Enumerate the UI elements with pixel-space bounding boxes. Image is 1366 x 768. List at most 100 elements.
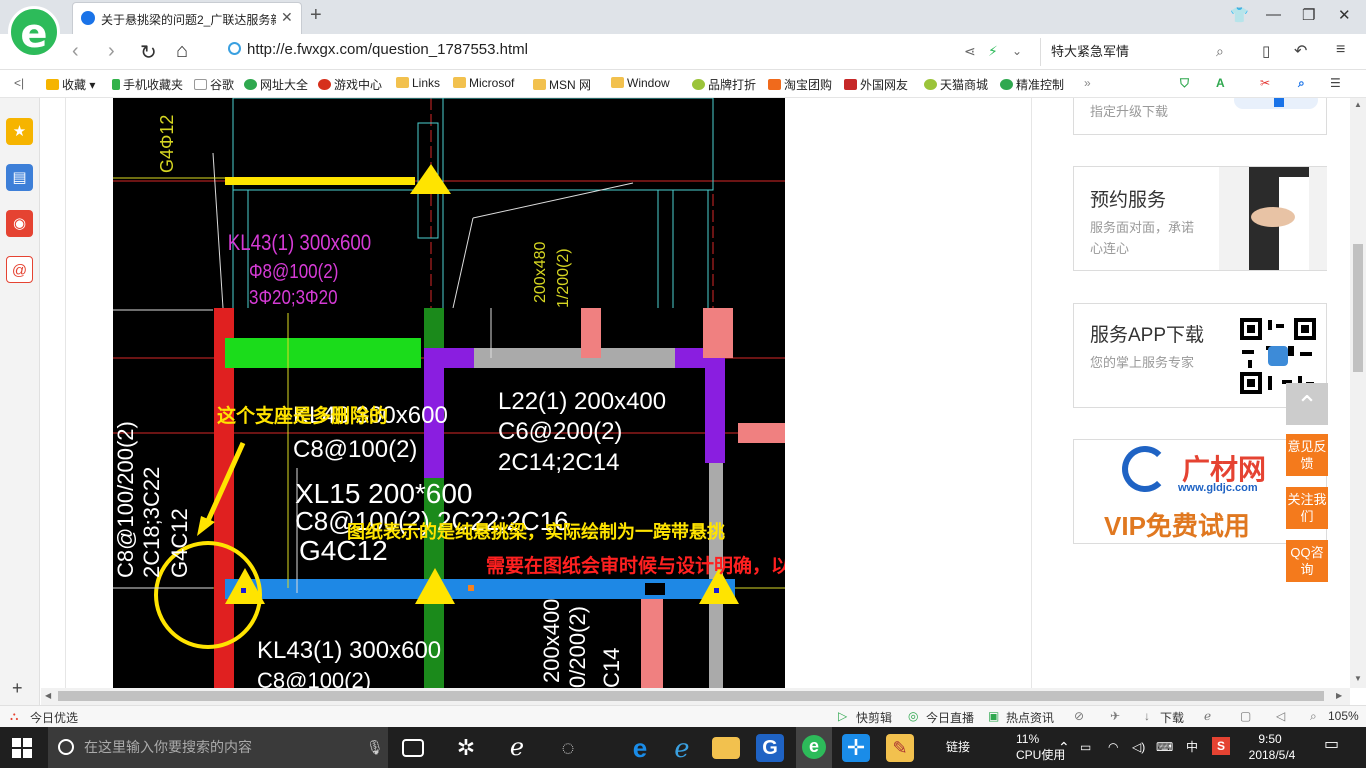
bookmark-item[interactable]: 天猫商城: [924, 76, 988, 93]
tab-active[interactable]: 关于悬挑梁的问题2_广联达服务新 ✕: [72, 2, 302, 34]
bookmark-item[interactable]: 谷歌: [194, 76, 234, 93]
qq-consult-button[interactable]: QQ咨询: [1286, 540, 1328, 582]
horizontal-scroll-thumb[interactable]: [58, 691, 1324, 701]
scroll-down-icon[interactable]: ▼: [1354, 674, 1362, 683]
upgrade-card[interactable]: 指定升级下载: [1073, 98, 1327, 135]
skin-icon[interactable]: 👕: [1230, 6, 1249, 24]
battery-icon[interactable]: ▭: [1080, 739, 1091, 755]
new-tab-button[interactable]: +: [310, 4, 322, 27]
weibo-icon[interactable]: ◉: [6, 210, 33, 237]
mobile-icon[interactable]: ▯: [1262, 42, 1270, 60]
forward-icon[interactable]: ›: [108, 40, 115, 63]
notes-app-icon[interactable]: ✎: [886, 734, 914, 762]
scroll-right-icon[interactable]: ▶: [1336, 691, 1342, 700]
back-icon[interactable]: ‹: [72, 40, 79, 63]
reader-icon[interactable]: ▤: [6, 164, 33, 191]
search-input[interactable]: 特大紧急军情: [1040, 38, 1240, 66]
bookmark-item[interactable]: 网址大全: [244, 76, 308, 93]
status-item-news[interactable]: 热点资讯: [1006, 709, 1054, 726]
today-picks-label[interactable]: 今日优选: [30, 709, 78, 726]
bookmark-item[interactable]: 手机收藏夹: [112, 76, 183, 93]
url-input[interactable]: http://e.fwxgx.com/question_1787553.html: [228, 41, 948, 63]
bookmark-item[interactable]: 精准控制: [1000, 76, 1064, 93]
swirl-app-icon[interactable]: ◌: [554, 734, 582, 762]
tab-close-icon[interactable]: ✕: [281, 9, 293, 26]
bookmark-item[interactable]: 游戏中心: [318, 76, 382, 93]
window-icon[interactable]: ▢: [1240, 709, 1251, 723]
favorites-star-icon[interactable]: ★: [6, 118, 33, 145]
volume-icon[interactable]: ◁): [1132, 739, 1145, 755]
clock-time[interactable]: 9:50: [1248, 731, 1292, 747]
sidebar-toggle-icon[interactable]: <|: [14, 76, 24, 90]
search-icon[interactable]: ⌕: [1216, 43, 1224, 60]
annotation-note: 需要在图纸会审时候与设计明确，以利于施工和结算: [486, 554, 785, 577]
notification-icon[interactable]: ▭: [1324, 737, 1339, 753]
pin-icon[interactable]: ✈: [1110, 709, 1120, 723]
speed-icon[interactable]: ⊘: [1074, 709, 1084, 723]
menu-icon[interactable]: ≡: [1336, 41, 1345, 59]
bookmark-item[interactable]: 淘宝团购: [768, 76, 832, 93]
edge-icon[interactable]: e: [626, 734, 654, 762]
scroll-up-icon[interactable]: ▲: [1354, 100, 1362, 109]
bookmark-label: 外国网友: [860, 78, 909, 92]
refresh-icon[interactable]: ↻: [140, 40, 157, 65]
status-item-live[interactable]: 今日直播: [926, 709, 974, 726]
feedback-button[interactable]: 意见反馈: [1286, 434, 1328, 476]
vertical-scroll-thumb[interactable]: [1353, 244, 1363, 372]
horizontal-scrollbar[interactable]: ◀ ▶: [41, 688, 1350, 705]
glodon-app-icon[interactable]: G: [756, 734, 784, 762]
bookmark-item[interactable]: Microsof: [453, 76, 514, 90]
menu-grid-icon[interactable]: ☰: [1330, 76, 1341, 90]
bookmark-item[interactable]: Links: [396, 76, 440, 90]
email-icon[interactable]: @: [6, 256, 33, 283]
bookmark-item[interactable]: 收藏 ▾: [46, 76, 95, 93]
browser-e-icon[interactable]: ℯ: [503, 734, 531, 762]
share-icon[interactable]: ⋖: [964, 43, 976, 60]
fan-app-icon[interactable]: ✲: [452, 734, 480, 762]
task-view-icon[interactable]: [402, 739, 424, 757]
shield-icon[interactable]: ⛉: [1180, 76, 1189, 91]
vertical-scrollbar[interactable]: ▲ ▼: [1350, 98, 1366, 688]
undo-icon[interactable]: ↶: [1294, 41, 1307, 61]
taskbar-search-input[interactable]: 在这里输入你要搜索的内容 🎙: [48, 727, 388, 768]
ie-mode-icon[interactable]: ℯ: [1204, 709, 1211, 723]
close-window-button[interactable]: ✕: [1338, 6, 1351, 24]
lightning-icon[interactable]: ⚡: [988, 43, 998, 60]
scroll-left-icon[interactable]: ◀: [45, 691, 51, 700]
bookmark-item[interactable]: 品牌打折: [692, 76, 756, 93]
remote-app-icon[interactable]: ✛: [842, 734, 870, 762]
active-browser-task[interactable]: e: [796, 727, 832, 768]
file-explorer-icon[interactable]: [712, 737, 740, 759]
status-item-clip[interactable]: 快剪辑: [856, 709, 892, 726]
bookmark-item[interactable]: 外国网友: [844, 76, 908, 93]
sogou-ime-icon[interactable]: S: [1212, 737, 1230, 755]
minimize-button[interactable]: —: [1266, 6, 1281, 23]
microphone-icon[interactable]: 🎙: [366, 727, 384, 768]
translate-icon[interactable]: A: [1216, 76, 1225, 90]
chevron-down-icon[interactable]: ⌄: [1012, 44, 1022, 58]
maximize-button[interactable]: ❐: [1302, 6, 1315, 24]
zoom-level[interactable]: 105%: [1328, 709, 1359, 723]
keyboard-icon[interactable]: ⌨: [1156, 739, 1173, 755]
home-icon[interactable]: ⌂: [176, 40, 188, 63]
tray-up-icon[interactable]: ⌃: [1058, 739, 1070, 755]
add-sidebar-icon[interactable]: +: [12, 678, 23, 699]
follow-us-button[interactable]: 关注我们: [1286, 487, 1328, 529]
status-item-download[interactable]: 下载: [1160, 709, 1184, 726]
appointment-service-card[interactable]: 预约服务 服务面对面，承诺心连心: [1073, 166, 1327, 271]
bookmark-item[interactable]: MSN 网: [533, 76, 591, 93]
windows-start-icon[interactable]: [12, 738, 32, 758]
magnifier-icon[interactable]: ⌕: [1298, 76, 1305, 91]
zoom-icon[interactable]: ⌕: [1310, 709, 1317, 724]
more-bookmarks-icon[interactable]: »: [1084, 76, 1091, 90]
browser-logo-icon[interactable]: e: [8, 6, 60, 58]
scissors-icon[interactable]: ✂: [1260, 76, 1270, 90]
clock-date[interactable]: 2018/5/4: [1240, 747, 1304, 763]
bookmark-item[interactable]: Window: [611, 76, 670, 90]
wifi-icon[interactable]: ◠: [1108, 739, 1118, 755]
internet-explorer-icon[interactable]: ℯ: [668, 734, 696, 762]
ime-indicator[interactable]: 中: [1186, 739, 1198, 755]
link-label[interactable]: 链接: [946, 739, 970, 755]
mute-icon[interactable]: ◁: [1276, 709, 1285, 723]
back-to-top-icon[interactable]: ⌃: [1286, 383, 1328, 425]
